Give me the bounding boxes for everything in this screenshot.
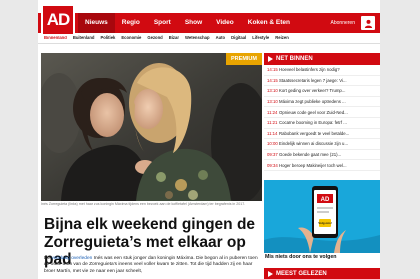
subnav-item-digitaal[interactable]: Digitaal (228, 33, 249, 43)
logo-text: AD (46, 10, 71, 29)
news-item[interactable]: 09:34 Hoger beroep Makineijer toch wel... (264, 160, 380, 171)
subnav-item-lifestyle[interactable]: Lifestyle (249, 33, 272, 43)
article-hero-image[interactable]: PREMIUM (41, 53, 262, 201)
follow-us-promo[interactable]: AD Volg ons! (264, 180, 380, 253)
phone-screen-text: Volg ons! (318, 221, 332, 225)
news-title: Hoger beroep Makineijer toch wel... (279, 162, 347, 168)
news-time: 09:34 (267, 162, 278, 168)
nav-item-show[interactable]: Show (178, 13, 209, 33)
news-item[interactable]: 11:14 Rabobank vergoedt te veel betalde..… (264, 129, 380, 140)
news-time: 10:00 (267, 141, 278, 147)
user-icon (364, 19, 372, 28)
news-time: 11:14 (267, 130, 278, 136)
svg-text:AD: AD (321, 197, 330, 203)
news-item[interactable]: 11:21 Cocaïne booming in Europa: fetrf ..… (264, 118, 380, 129)
net-binnen-title: NET BINNEN (276, 56, 313, 62)
news-title: Eindelijk winnen ai discussie zijn u... (279, 141, 349, 147)
news-title: Hoeveel belastinfers zijn nodig? (279, 67, 340, 73)
page-container: Nieuws Regio Sport Show Video Koken & Et… (38, 0, 380, 279)
subnav-item-economie[interactable]: Economie (118, 33, 144, 43)
news-title: Opnieuw code geel voor Zuid-Ned... (279, 109, 348, 115)
arrow-right-icon (268, 56, 273, 62)
article-lead: De vandaag overleden Inés was een stuk j… (44, 256, 262, 275)
news-time: 14:15 (267, 77, 278, 83)
top-navigation-bar: Nieuws Regio Sport Show Video Koken & Et… (38, 13, 380, 33)
net-binnen-box: NET BINNEN 14:15 Hoeveel belastinfers zij… (264, 53, 380, 171)
main-nav: Nieuws Regio Sport Show Video Koken & Et… (78, 13, 297, 33)
news-item[interactable]: 14:15 Hoeveel belastinfers zijn nodig? (264, 65, 380, 76)
arrow-right-icon (268, 271, 273, 277)
news-time: 13:10 (267, 88, 278, 94)
news-list: 14:15 Hoeveel belastinfers zijn nodig? 14… (264, 65, 380, 171)
user-button[interactable] (361, 16, 375, 30)
news-item[interactable]: 10:00 Eindelijk winnen ai discussie zijn … (264, 139, 380, 150)
news-time: 11:24 (267, 109, 278, 115)
news-title: Rabobank vergoedt te veel betalde... (279, 130, 350, 136)
subnav-item-politiek[interactable]: Politiek (97, 33, 118, 43)
news-time: 09:37 (267, 152, 278, 158)
meest-gelezen-box: MEEST GELEZEN (264, 268, 380, 279)
phone-illustration: AD (264, 180, 380, 253)
subnav-item-reizen[interactable]: Reizen (272, 33, 292, 43)
news-time: 13:10 (267, 99, 278, 105)
news-item[interactable]: 09:37 Goede bekende gaat mee (21)... (264, 150, 380, 161)
subnav-item-wetenschap[interactable]: Wetenschap (182, 33, 213, 43)
page: Nieuws Regio Sport Show Video Koken & Et… (0, 0, 420, 279)
nav-item-video[interactable]: Video (209, 13, 241, 33)
lead-link[interactable]: vandaag overleden (51, 256, 92, 261)
subscribe-link[interactable]: Abonneren (331, 20, 355, 26)
subnav-item-gezond[interactable]: Gezond (144, 33, 165, 43)
news-title: Goede bekende gaat mee (21)... (279, 152, 342, 158)
meest-gelezen-title: MEEST GELEZEN (276, 271, 327, 277)
account-area: Abonneren (331, 13, 375, 33)
news-title: Cocaïne booming in Europa: fetrf ... (279, 120, 347, 126)
news-item[interactable]: 13:10 Máxima zegt publieke optredens ... (264, 97, 380, 108)
ad-logo[interactable]: AD (41, 4, 75, 36)
news-item[interactable]: 14:15 Staatssecretaris legen 7 jaege: Vi.… (264, 76, 380, 87)
nav-item-koken-eten[interactable]: Koken & Eten (241, 13, 297, 33)
nav-item-nieuws[interactable]: Nieuws (78, 13, 115, 33)
net-binnen-header: NET BINNEN (264, 53, 380, 65)
hero-photo (41, 53, 262, 201)
news-time: 14:15 (267, 67, 278, 73)
news-item[interactable]: 13:10 Kort geding over verkeer? Trump... (264, 86, 380, 97)
subnav-item-bizar[interactable]: Bizar (166, 33, 182, 43)
news-title: Kort geding over verkeer? Trump... (279, 88, 346, 94)
premium-badge: PREMIUM (226, 53, 262, 65)
sub-navigation: Binnenland Buitenland Politiek Economie … (38, 33, 380, 44)
news-title: Staatssecretaris legen 7 jaege: Vi... (279, 77, 347, 83)
nav-item-regio[interactable]: Regio (115, 13, 147, 33)
news-time: 11:21 (267, 120, 278, 126)
meest-gelezen-header: MEEST GELEZEN (264, 268, 380, 279)
news-item[interactable]: 11:24 Opnieuw code geel voor Zuid-Ned... (264, 107, 380, 118)
promo-label[interactable]: Mis niets door ons te volgen (264, 254, 380, 260)
nav-item-sport[interactable]: Sport (147, 13, 178, 33)
subnav-item-auto[interactable]: Auto (213, 33, 229, 43)
image-caption: Inés Zorreguieta (links) met haar zus ko… (41, 202, 246, 206)
news-title: Máxima zegt publieke optredens ... (279, 99, 346, 105)
